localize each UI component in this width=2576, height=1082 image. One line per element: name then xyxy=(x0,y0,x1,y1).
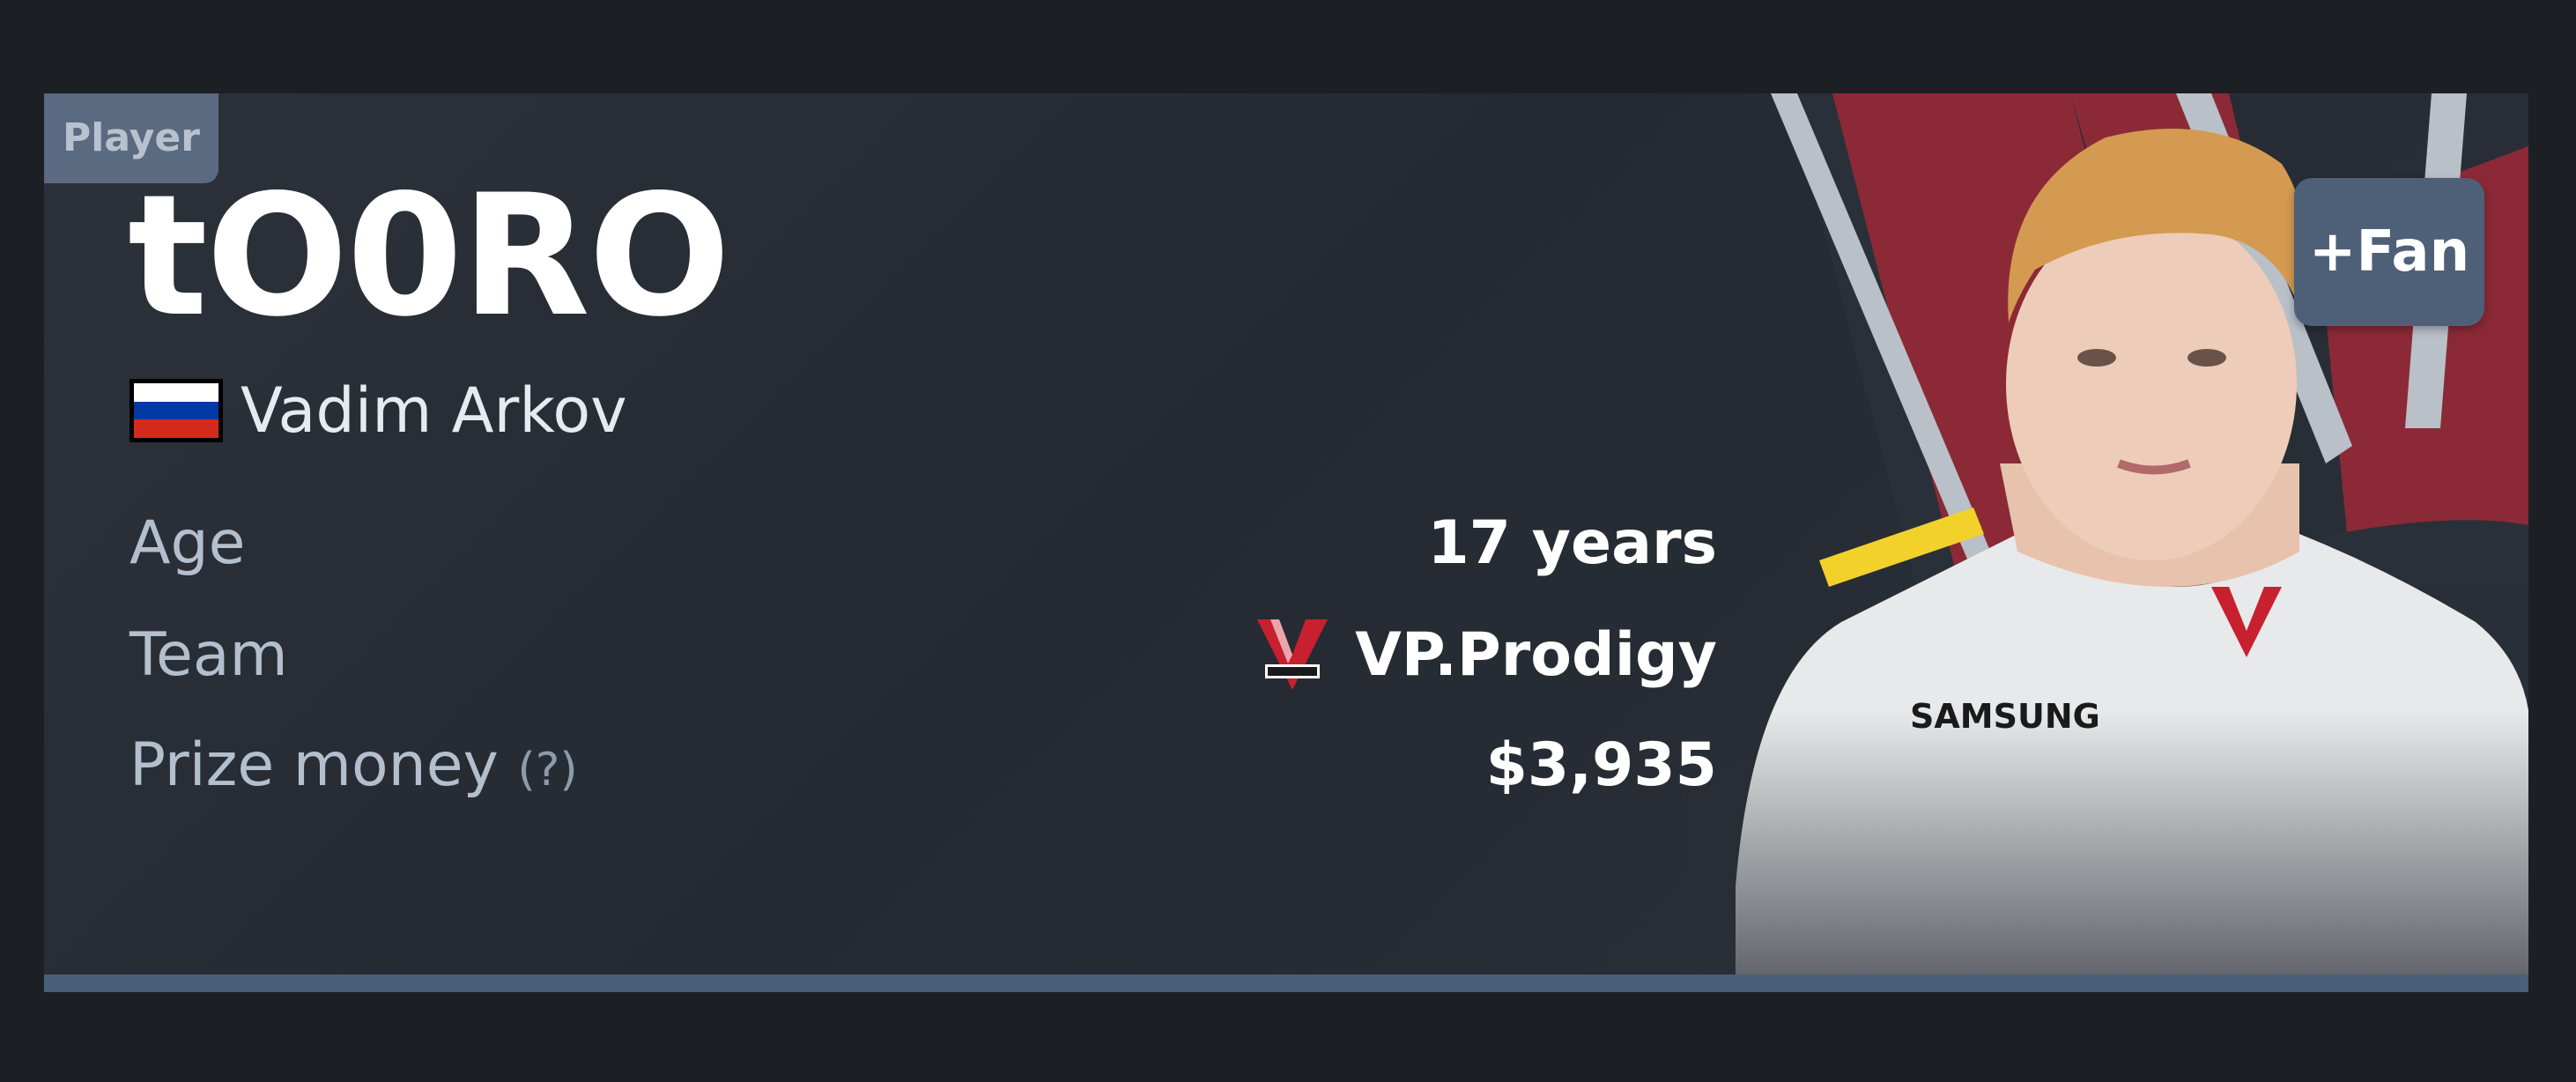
prize-row: Prize money (?) $3,935 xyxy=(130,725,1717,804)
age-row: Age 17 years xyxy=(130,503,1717,582)
real-name: Vadim Arkov xyxy=(241,374,627,447)
player-nickname: tO0RO xyxy=(128,159,730,353)
team-row: Team VP.Prodigy xyxy=(130,615,1717,694)
team-label: Team xyxy=(130,619,288,690)
vp-prodigy-logo-icon xyxy=(1257,619,1329,690)
accent-bar xyxy=(44,975,2528,992)
team-name[interactable]: VP.Prodigy xyxy=(1355,620,1717,690)
age-label: Age xyxy=(130,508,246,578)
russia-flag-icon xyxy=(130,379,223,442)
prize-help[interactable]: (?) xyxy=(517,744,577,797)
prize-value: $3,935 xyxy=(1485,730,1717,800)
team-link[interactable]: VP.Prodigy xyxy=(1253,615,1717,694)
fan-button[interactable]: +Fan xyxy=(2294,178,2484,326)
age-value: 17 years xyxy=(1427,508,1717,578)
prize-label-text: Prize money xyxy=(130,730,499,800)
prize-label: Prize money (?) xyxy=(130,730,578,800)
real-name-row: Vadim Arkov xyxy=(130,374,627,447)
player-card: SAMSUNG Player tO0RO Vadim Arkov Age 17 … xyxy=(44,93,2528,992)
